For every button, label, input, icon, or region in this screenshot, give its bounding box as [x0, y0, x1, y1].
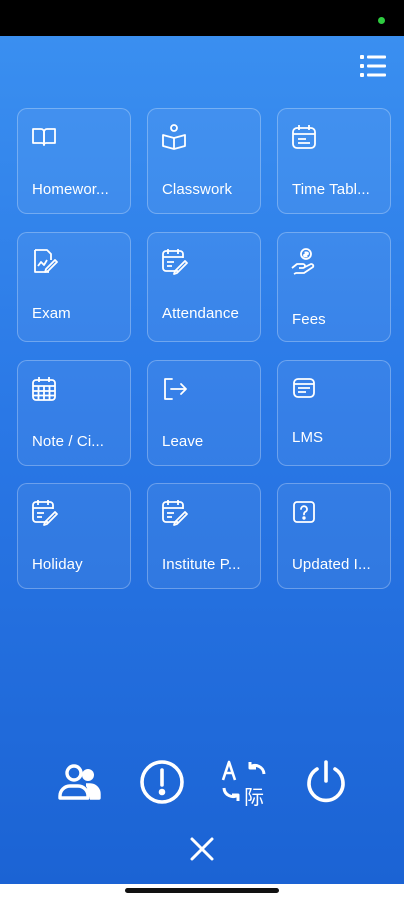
tile-institute[interactable]: Institute P...	[147, 483, 261, 589]
tile-label: Classwork	[162, 181, 233, 198]
close-icon[interactable]	[189, 836, 215, 862]
tile-updated-info[interactable]: Updated I...	[277, 483, 391, 589]
help-icon	[290, 498, 318, 526]
tile-label: Note / Ci...	[32, 433, 105, 450]
tile-time-table[interactable]: Time Tabl...	[277, 108, 391, 214]
home-indicator-area	[0, 884, 404, 900]
attendance-icon	[160, 247, 188, 275]
grid-calendar-icon	[30, 375, 58, 403]
bottom-action-bar: 际	[0, 758, 404, 809]
logout-arrow-icon	[160, 375, 188, 403]
status-indicator-dot	[378, 17, 385, 24]
svg-text:际: 际	[244, 785, 264, 806]
holiday-icon	[30, 498, 58, 526]
book-icon	[30, 123, 58, 151]
tile-leave[interactable]: Leave	[147, 360, 261, 466]
status-bar	[0, 0, 404, 36]
tile-attendance[interactable]: Attendance	[147, 232, 261, 342]
tile-label: Attendance	[162, 305, 239, 322]
tile-exam[interactable]: Exam	[17, 232, 131, 342]
tile-label: LMS	[292, 429, 324, 446]
calendar-icon	[290, 123, 318, 151]
home-indicator[interactable]	[125, 888, 279, 893]
tile-label: Fees	[292, 311, 326, 328]
tile-fees[interactable]: Fees	[277, 232, 391, 342]
tile-label: Homewor...	[32, 181, 109, 198]
exam-icon	[30, 247, 58, 275]
reader-icon	[160, 123, 188, 151]
lms-icon	[290, 375, 318, 403]
alert-icon[interactable]	[138, 758, 186, 806]
tile-lms[interactable]: LMS	[277, 360, 391, 466]
tile-holiday[interactable]: Holiday	[17, 483, 131, 589]
list-menu-icon[interactable]	[360, 54, 386, 78]
institute-icon	[160, 498, 188, 526]
power-icon[interactable]	[302, 758, 350, 806]
tile-classwork[interactable]: Classwork	[147, 108, 261, 214]
translate-icon[interactable]: 际	[220, 758, 268, 809]
tile-label: Exam	[32, 305, 71, 322]
users-icon[interactable]	[56, 758, 104, 806]
tile-note-circular[interactable]: Note / Ci...	[17, 360, 131, 466]
tile-label: Holiday	[32, 556, 83, 573]
tile-label: Leave	[162, 433, 204, 450]
main-menu-panel: Homewor... Classwork Time Tabl... Exam A…	[0, 36, 404, 884]
fees-icon	[290, 247, 318, 275]
tile-homework[interactable]: Homewor...	[17, 108, 131, 214]
tile-label: Time Tabl...	[292, 181, 370, 198]
tile-label: Institute P...	[162, 556, 241, 573]
tile-label: Updated I...	[292, 556, 371, 573]
